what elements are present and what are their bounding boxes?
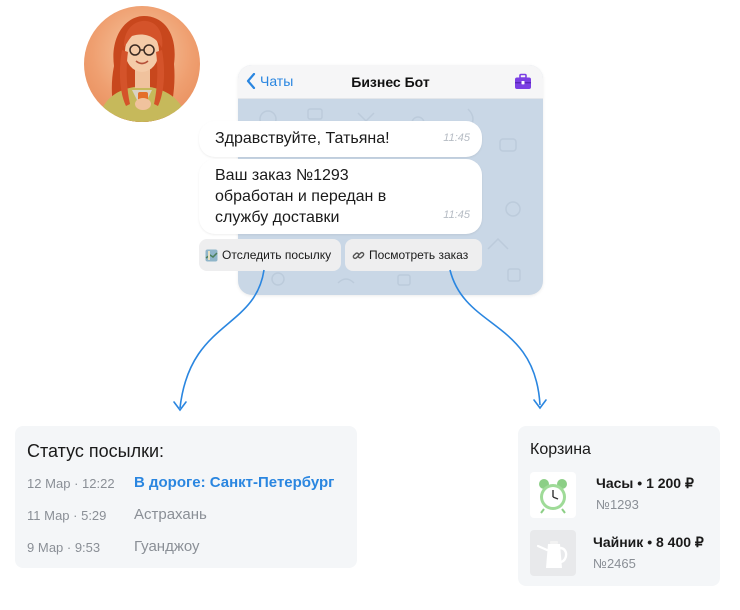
kettle-icon: [536, 541, 568, 568]
view-order-label: Посмотреть заказ: [369, 248, 469, 262]
status-place: В дороге: Санкт-Петербург: [134, 474, 335, 491]
message-line: Ваш заказ №1293: [215, 167, 349, 184]
bullet-separator: •: [647, 534, 656, 550]
bullet-separator: •: [637, 475, 647, 491]
cart-item-image[interactable]: [530, 530, 576, 576]
status-datetime: 11 Мар · 5:29: [27, 508, 107, 523]
arrowhead-cart: [533, 399, 547, 410]
status-place: Гуанджоу: [134, 538, 200, 555]
cart-item-price: 8 400 ₽: [656, 534, 704, 550]
status-datetime: 12 Мар · 12:22: [27, 476, 115, 491]
cart-item-price: 1 200 ₽: [646, 475, 694, 491]
cart-item-name: Часы: [596, 475, 634, 491]
cart-item-name: Чайник: [593, 534, 644, 550]
map-icon: [205, 249, 218, 261]
message-time: 11:45: [443, 209, 470, 221]
alarm-clock-icon: [539, 479, 567, 514]
message-text: Здравствуйте, Татьяна!: [215, 130, 390, 147]
briefcase-icon[interactable]: [513, 72, 533, 92]
chat-header: Чаты Бизнес Бот: [238, 65, 543, 99]
cart-item-title: Часы • 1 200 ₽: [596, 475, 694, 492]
status-title: Статус посылки:: [27, 441, 165, 461]
status-place: Астрахань: [134, 506, 207, 523]
link-icon: [352, 251, 365, 259]
parcel-status-card: Статус посылки: 12 Мар · 12:22 В дороге:…: [15, 426, 357, 568]
status-row: 11 Мар · 5:29 Астрахань: [27, 506, 357, 526]
cart-card: Корзина Часы • 1 200 ₽ №1293 Чайник • 8 …: [518, 426, 720, 586]
arrowhead-status: [173, 401, 187, 412]
message-line: службу доставки: [215, 209, 340, 226]
cart-item-title: Чайник • 8 400 ₽: [593, 534, 704, 551]
message-bubble: Здравствуйте, Татьяна! 11:45: [199, 121, 482, 157]
message-bubble: Ваш заказ №1293 обработан и передан в сл…: [199, 159, 482, 234]
status-row: 12 Мар · 12:22 В дороге: Санкт-Петербург: [27, 474, 357, 494]
cart-item-image[interactable]: [530, 472, 576, 518]
chat-title: Бизнес Бот: [351, 74, 430, 90]
message-time: 11:45: [443, 132, 470, 144]
message-line: обработан и передан в: [215, 188, 387, 205]
user-avatar: [84, 6, 200, 122]
cart-title: Корзина: [530, 441, 591, 458]
status-datetime: 9 Мар · 9:53: [27, 540, 101, 555]
cart-item-number: №2465: [593, 556, 636, 571]
woman-photo-icon: [98, 16, 188, 122]
status-row: 9 Мар · 9:53 Гуанджоу: [27, 538, 357, 558]
track-parcel-button[interactable]: Отследить посылку: [199, 239, 341, 271]
view-order-button[interactable]: Посмотреть заказ: [345, 239, 482, 271]
track-parcel-label: Отследить посылку: [222, 248, 332, 262]
cart-item-number: №1293: [596, 497, 639, 512]
